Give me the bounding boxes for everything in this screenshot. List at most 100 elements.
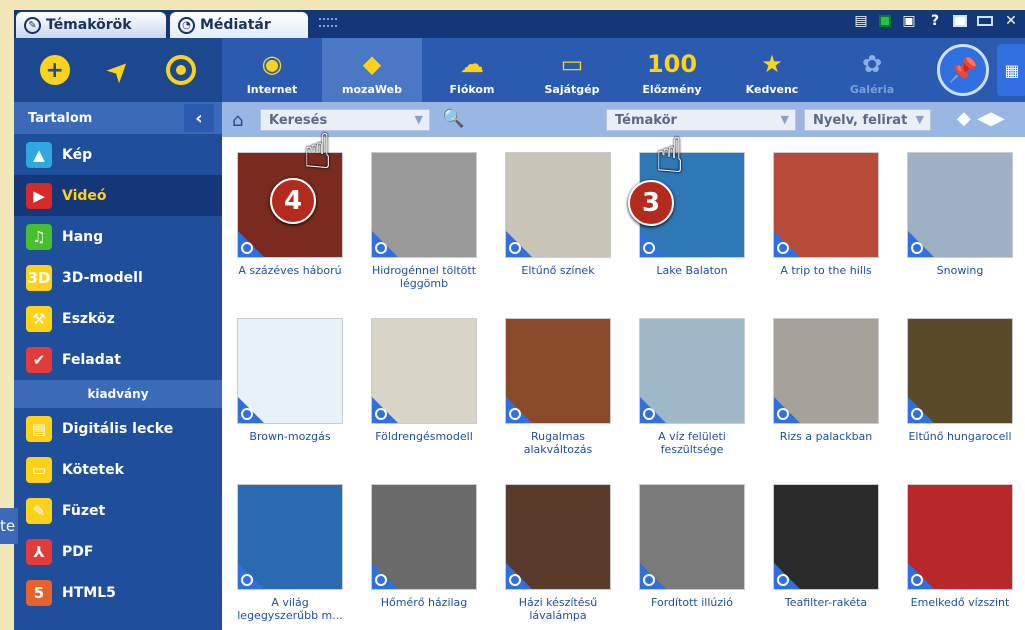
toolbar-account-button[interactable]: ☁ Fiókom — [422, 38, 522, 102]
chevron-down-icon[interactable]: ▼ — [916, 113, 924, 126]
toolbar-internet-button[interactable]: ◉ Internet — [222, 38, 322, 102]
video-thumbnail[interactable] — [907, 152, 1013, 258]
video-card[interactable]: Földrengésmodell — [364, 318, 484, 443]
sidebar-item-volumes[interactable]: ▭ Kötetek — [14, 449, 222, 490]
video-thumbnail[interactable] — [505, 484, 611, 590]
toolbar: ✿ Galéria ★ Kedvenc 100 Előzmény ▭ Sajátgép ☁ Fió… — [222, 38, 1025, 102]
chevron-down-icon[interactable]: ▼ — [781, 113, 789, 126]
side-tab[interactable]: te — [0, 508, 18, 544]
video-title[interactable]: Lake Balaton — [632, 264, 752, 277]
play-icon — [509, 574, 521, 586]
chevron-down-icon[interactable]: ▼ — [415, 113, 423, 126]
video-thumbnail[interactable] — [907, 318, 1013, 424]
video-thumbnail[interactable] — [773, 152, 879, 258]
help-icon[interactable]: ? — [927, 13, 943, 29]
video-card[interactable]: Eltűnő hungarocell — [900, 318, 1020, 443]
video-card[interactable]: Rizs a palackban — [766, 318, 886, 443]
sidebar-item-html5[interactable]: 5 HTML5 — [14, 572, 222, 613]
video-thumbnail[interactable] — [773, 484, 879, 590]
video-title[interactable]: Brown-mozgás — [230, 430, 350, 443]
video-title[interactable]: Eltűnő színek — [498, 264, 618, 277]
toolbar-computer-button[interactable]: ▭ Sajátgép — [522, 38, 622, 102]
view-box-icon[interactable]: ▣ — [901, 13, 917, 29]
video-card[interactable]: Brown-mozgás — [230, 318, 350, 443]
keyboard-icon[interactable] — [319, 18, 337, 30]
sidebar-item-digital-lesson[interactable]: ▤ Digitális lecke — [14, 408, 222, 449]
video-title[interactable]: Eltűnő hungarocell — [900, 430, 1020, 443]
tab-topics-label: Témakörök — [46, 17, 132, 33]
video-title[interactable]: Teafilter-rakéta — [766, 596, 886, 609]
video-title[interactable]: Rizs a palackban — [766, 430, 886, 443]
home-icon[interactable]: ⌂ — [232, 110, 252, 131]
video-title[interactable]: Földrengésmodell — [364, 430, 484, 443]
video-card[interactable]: Fordított illúzió — [632, 484, 752, 609]
video-card[interactable]: Teafilter-rakéta — [766, 484, 886, 609]
internet-icon: ◉ — [261, 50, 283, 78]
chevron-left-icon[interactable]: ‹ — [184, 104, 214, 132]
sidebar-item-3d[interactable]: 3D 3D-modell — [14, 257, 222, 298]
tab-media[interactable]: ◔ Médiatár — [170, 12, 308, 38]
prev-next-icon[interactable]: ◆ ◀▶ — [957, 108, 1005, 129]
video-thumbnail[interactable] — [371, 484, 477, 590]
video-thumbnail[interactable] — [907, 484, 1013, 590]
video-thumbnail[interactable] — [237, 484, 343, 590]
sidebar-item-image[interactable]: ▲ Kép — [14, 134, 222, 175]
tab-topics[interactable]: ✎ Témakörök — [16, 12, 166, 38]
video-card[interactable]: Házi készítésű lávalámpa — [498, 484, 618, 622]
account-icon: ☁ — [460, 50, 484, 78]
close-icon[interactable]: ✕ — [1003, 13, 1019, 29]
target-icon[interactable] — [166, 55, 197, 85]
view-list-icon[interactable]: ▤ — [853, 13, 869, 29]
video-title[interactable]: Házi készítésű lávalámpa — [498, 596, 618, 622]
video-card[interactable]: A világ legegyszerűbb m... — [230, 484, 350, 622]
video-card[interactable]: Emelkedő vízszint — [900, 484, 1020, 609]
video-card[interactable]: Hidrogénnel töltött léggömb — [364, 152, 484, 290]
toolbar-history-button[interactable]: 100 Előzmény — [622, 38, 722, 102]
video-thumbnail[interactable] — [505, 318, 611, 424]
video-title[interactable]: A víz felületi feszültsége — [632, 430, 752, 456]
video-thumbnail[interactable] — [371, 152, 477, 258]
video-thumbnail[interactable] — [639, 484, 745, 590]
minimize-icon[interactable] — [977, 16, 993, 26]
video-thumbnail[interactable] — [639, 318, 745, 424]
video-card[interactable]: Rugalmas alakváltozás — [498, 318, 618, 456]
video-card[interactable]: A víz felületi feszültsége — [632, 318, 752, 456]
toolbar-mozaweb-button[interactable]: ◆ mozaWeb — [322, 38, 422, 102]
green-status-icon[interactable] — [879, 15, 891, 27]
video-title[interactable]: A százéves háború — [230, 264, 350, 277]
search-icon[interactable]: 🔍 — [442, 108, 464, 129]
play-icon — [911, 574, 923, 586]
restore-icon[interactable] — [953, 15, 967, 27]
video-thumbnail[interactable] — [505, 152, 611, 258]
video-title[interactable]: A trip to the hills — [766, 264, 886, 277]
sidebar-item-task[interactable]: ✔ Feladat — [14, 339, 222, 380]
toolbar-gallery-button[interactable]: ✿ Galéria — [822, 38, 922, 102]
video-title[interactable]: A világ legegyszerűbb m... — [230, 596, 350, 622]
video-title[interactable]: Hidrogénnel töltött léggömb — [364, 264, 484, 290]
gallery-side-icon[interactable]: ▦ — [997, 44, 1025, 96]
sidebar-item-notebook[interactable]: ✎ Füzet — [14, 490, 222, 531]
sidebar-item-label: Digitális lecke — [62, 420, 174, 437]
video-title[interactable]: Rugalmas alakváltozás — [498, 430, 618, 456]
video-title[interactable]: Emelkedő vízszint — [900, 596, 1020, 609]
video-card[interactable]: Snowing — [900, 152, 1020, 277]
video-card[interactable]: Hőmérő házilag — [364, 484, 484, 609]
sidebar-item-video[interactable]: ▶ Videó — [14, 175, 222, 216]
video-thumbnail[interactable] — [371, 318, 477, 424]
video-card[interactable]: Eltűnő színek — [498, 152, 618, 277]
video-title[interactable]: Snowing — [900, 264, 1020, 277]
video-title[interactable]: Fordított illúzió — [632, 596, 752, 609]
rocket-icon[interactable]: ➤ — [94, 46, 142, 94]
video-title[interactable]: Hőmérő házilag — [364, 596, 484, 609]
plus-icon[interactable]: + — [39, 55, 70, 85]
toolbar-favorite-button[interactable]: ★ Kedvenc — [722, 38, 822, 102]
sidebar-item-pdf[interactable]: ⅄ PDF — [14, 531, 222, 572]
sidebar-item-tool[interactable]: ⚒ Eszköz — [14, 298, 222, 339]
sidebar-item-music[interactable]: ♫ Hang — [14, 216, 222, 257]
video-thumbnail[interactable] — [773, 318, 879, 424]
pin-icon[interactable]: 📌 — [937, 44, 989, 96]
video-thumbnail[interactable] — [237, 318, 343, 424]
sidebar-quick-actions: + ➤ — [14, 38, 222, 102]
language-select[interactable]: Nyelv, felirat ▼ — [804, 109, 931, 131]
video-card[interactable]: A trip to the hills — [766, 152, 886, 277]
